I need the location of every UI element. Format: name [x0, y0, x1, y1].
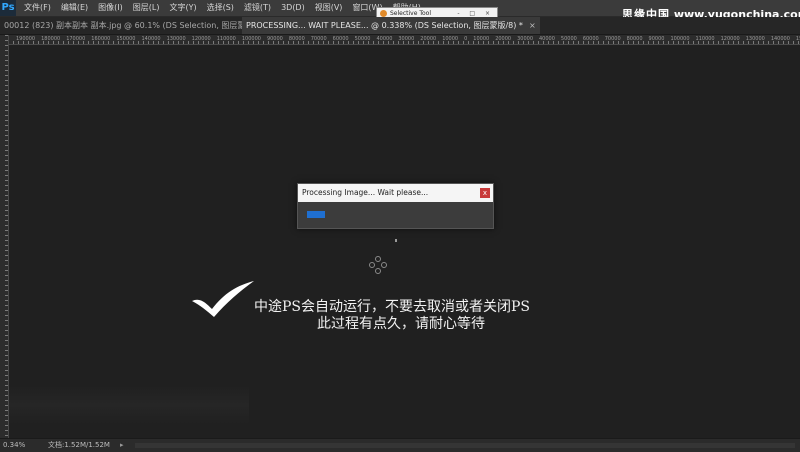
caption-line-2: 此过程有点久，请耐心等待	[317, 316, 485, 332]
menu-layer[interactable]: 图层(L)	[133, 0, 160, 16]
zoom-level[interactable]: 0.34%	[3, 439, 25, 452]
document-tabs: 00012 (823) 副本副本 副本.jpg @ 60.1% (DS Sele…	[0, 17, 800, 35]
dialog-title: Processing Image... Wait please...	[302, 188, 429, 197]
loading-spinner-icon	[369, 256, 387, 274]
cursor-icon	[395, 239, 397, 242]
progress-bar	[307, 211, 483, 218]
status-menu-arrow-icon[interactable]: ▸	[120, 439, 124, 452]
dialog-titlebar: Processing Image... Wait please...	[298, 184, 493, 202]
menu-view[interactable]: 视图(V)	[315, 0, 343, 16]
canvas-area[interactable]	[9, 45, 800, 438]
close-icon[interactable]: x	[480, 188, 490, 198]
menu-filter[interactable]: 滤镜(T)	[244, 0, 271, 16]
tab-document-2[interactable]: PROCESSING... WAIT PLEASE... @ 0.338% (D…	[242, 17, 540, 34]
document-info: 文档:1.52M/1.52M	[48, 441, 110, 449]
photoshop-logo: Ps	[0, 0, 16, 16]
menu-image[interactable]: 图像(I)	[98, 0, 123, 16]
ruler-ticks	[5, 35, 8, 438]
vertical-ruler[interactable]	[0, 35, 9, 438]
tab-label: PROCESSING... WAIT PLEASE... @ 0.338% (D…	[246, 21, 523, 30]
canvas-shade	[9, 385, 249, 425]
status-bar: 0.34% 文档:1.52M/1.52M ▸	[0, 438, 800, 452]
menu-3d[interactable]: 3D(D)	[281, 0, 305, 16]
checkmark-icon	[192, 281, 254, 317]
menu-items: 文件(F) 编辑(E) 图像(I) 图层(L) 文字(Y) 选择(S) 滤镜(T…	[24, 0, 421, 16]
progress-fill	[307, 211, 325, 218]
menu-edit[interactable]: 编辑(E)	[61, 0, 88, 16]
processing-dialog: Processing Image... Wait please... x	[297, 183, 494, 229]
horizontal-ruler[interactable]: 190000 180000 170000 160000 150000 140000 1300…	[8, 35, 800, 45]
ruler-ticks	[8, 41, 800, 44]
menu-file[interactable]: 文件(F)	[24, 0, 51, 16]
menu-select[interactable]: 选择(S)	[207, 0, 234, 16]
tab-close-icon[interactable]: ×	[529, 21, 536, 30]
horizontal-scrollbar[interactable]	[135, 443, 795, 448]
menu-type[interactable]: 文字(Y)	[169, 0, 196, 16]
selective-tool-icon	[380, 10, 387, 17]
tab-label: 00012 (823) 副本副本 副本.jpg @ 60.1% (DS Sele…	[4, 21, 271, 30]
